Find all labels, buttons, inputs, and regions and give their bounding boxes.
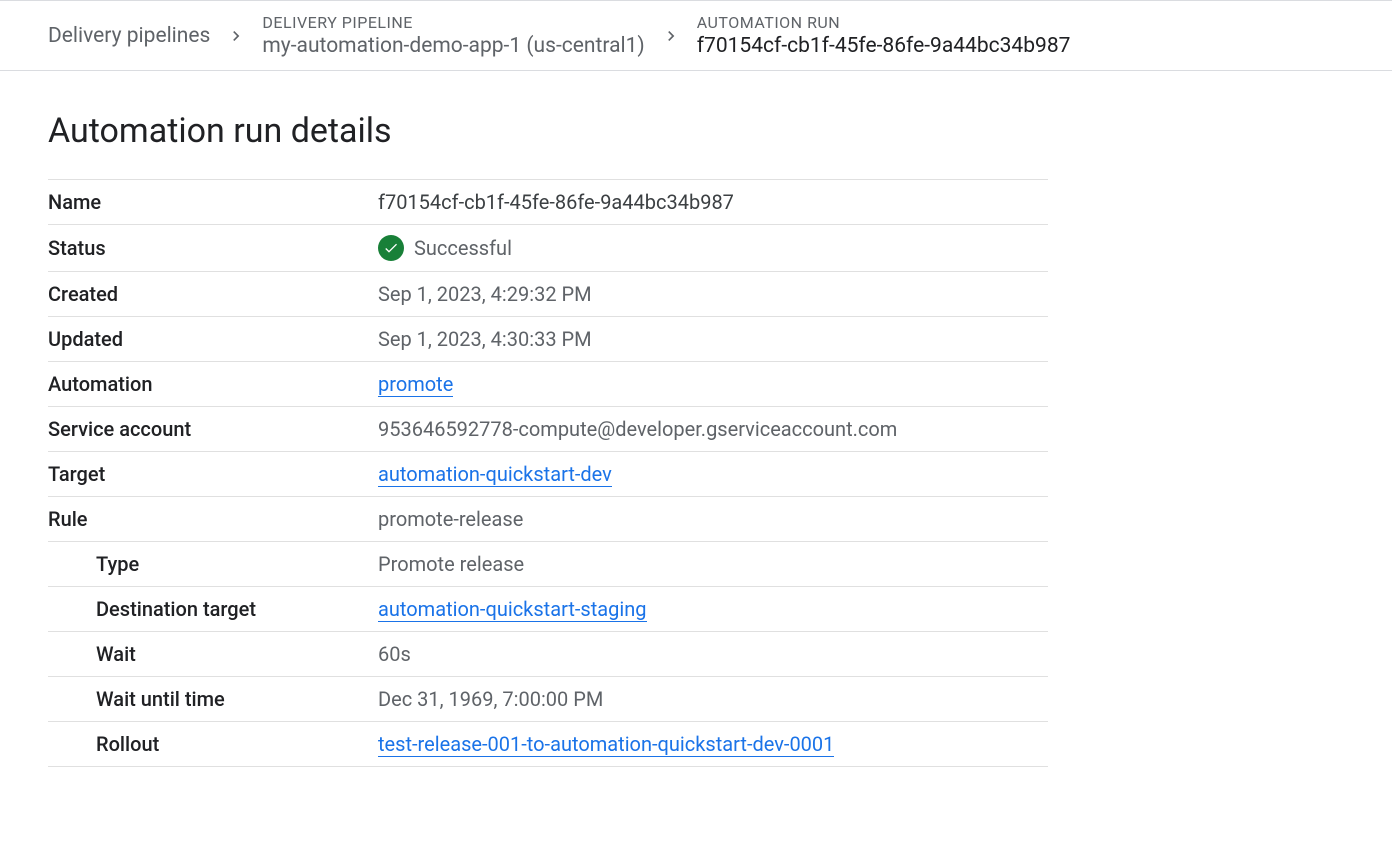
updated-label: Updated: [48, 317, 378, 362]
breadcrumb-automation-run: AUTOMATION RUN f70154cf-cb1f-45fe-86fe-9…: [697, 13, 1071, 58]
target-link[interactable]: automation-quickstart-dev: [378, 462, 612, 487]
table-row: Type Promote release: [48, 542, 1048, 587]
automation-label: Automation: [48, 362, 378, 407]
breadcrumb-automation-run-value: f70154cf-cb1f-45fe-86fe-9a44bc34b987: [697, 34, 1071, 58]
breadcrumb-automation-run-label: AUTOMATION RUN: [697, 13, 1071, 32]
table-row: Status Successful: [48, 225, 1048, 272]
breadcrumb-pipeline-value: my-automation-demo-app-1 (us-central1): [262, 34, 644, 58]
wait-value: 60s: [378, 632, 1048, 677]
service-account-value: 953646592778-compute@developer.gservicea…: [378, 407, 1048, 452]
created-label: Created: [48, 272, 378, 317]
dest-target-link[interactable]: automation-quickstart-staging: [378, 597, 647, 622]
breadcrumb-pipeline[interactable]: DELIVERY PIPELINE my-automation-demo-app…: [262, 13, 644, 58]
wait-until-value: Dec 31, 1969, 7:00:00 PM: [378, 677, 1048, 722]
dest-target-value: automation-quickstart-staging: [378, 587, 1048, 632]
wait-until-label: Wait until time: [48, 677, 378, 722]
breadcrumb-root-link[interactable]: Delivery pipelines: [48, 24, 210, 48]
chevron-right-icon: [661, 26, 681, 46]
table-row: Automation promote: [48, 362, 1048, 407]
table-row: Service account 953646592778-compute@dev…: [48, 407, 1048, 452]
name-value: f70154cf-cb1f-45fe-86fe-9a44bc34b987: [378, 180, 1048, 225]
table-row: Created Sep 1, 2023, 4:29:32 PM: [48, 272, 1048, 317]
status-label: Status: [48, 225, 378, 272]
breadcrumb: Delivery pipelines DELIVERY PIPELINE my-…: [0, 0, 1392, 71]
updated-value: Sep 1, 2023, 4:30:33 PM: [378, 317, 1048, 362]
table-row: Wait 60s: [48, 632, 1048, 677]
rollout-value: test-release-001-to-automation-quickstar…: [378, 722, 1048, 767]
status-value: Successful: [378, 225, 1048, 272]
service-account-label: Service account: [48, 407, 378, 452]
table-row: Destination target automation-quickstart…: [48, 587, 1048, 632]
type-value: Promote release: [378, 542, 1048, 587]
status-text: Successful: [414, 236, 512, 260]
table-row: Target automation-quickstart-dev: [48, 452, 1048, 497]
chevron-right-icon: [226, 26, 246, 46]
automation-value: promote: [378, 362, 1048, 407]
main-content: Automation run details Name f70154cf-cb1…: [0, 71, 1392, 807]
rollout-link[interactable]: test-release-001-to-automation-quickstar…: [378, 732, 834, 757]
breadcrumb-pipeline-label: DELIVERY PIPELINE: [262, 13, 644, 32]
dest-target-label: Destination target: [48, 587, 378, 632]
type-label: Type: [48, 542, 378, 587]
created-value: Sep 1, 2023, 4:29:32 PM: [378, 272, 1048, 317]
name-label: Name: [48, 180, 378, 225]
check-circle-icon: [378, 235, 404, 261]
rollout-label: Rollout: [48, 722, 378, 767]
table-row: Name f70154cf-cb1f-45fe-86fe-9a44bc34b98…: [48, 180, 1048, 225]
wait-label: Wait: [48, 632, 378, 677]
rule-label: Rule: [48, 497, 378, 542]
table-row: Updated Sep 1, 2023, 4:30:33 PM: [48, 317, 1048, 362]
table-row: Wait until time Dec 31, 1969, 7:00:00 PM: [48, 677, 1048, 722]
page-title: Automation run details: [48, 111, 1344, 151]
details-table: Name f70154cf-cb1f-45fe-86fe-9a44bc34b98…: [48, 179, 1048, 767]
target-value: automation-quickstart-dev: [378, 452, 1048, 497]
table-row: Rule promote-release: [48, 497, 1048, 542]
target-label: Target: [48, 452, 378, 497]
rule-value: promote-release: [378, 497, 1048, 542]
table-row: Rollout test-release-001-to-automation-q…: [48, 722, 1048, 767]
automation-link[interactable]: promote: [378, 372, 453, 397]
